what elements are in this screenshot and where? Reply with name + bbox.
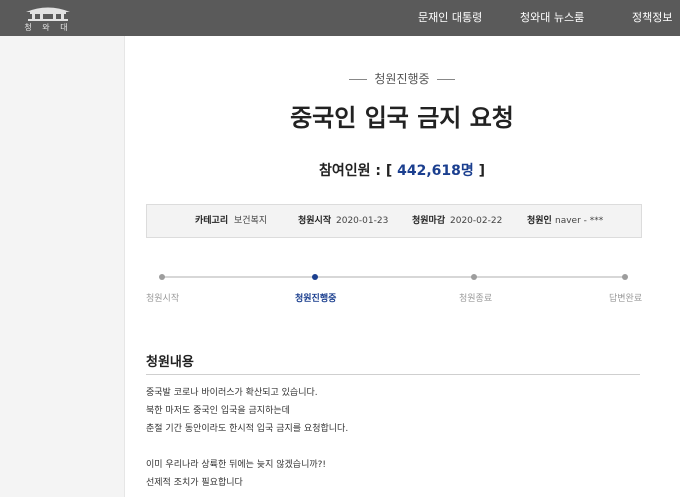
blue-house-logo-icon [26, 7, 70, 21]
nav-president[interactable]: 문재인 대통령 [418, 0, 482, 36]
content-line: 이미 우리나라 상륙한 뒤에는 늦지 않겠습니까?! [146, 460, 327, 470]
progress-dot-ongoing [312, 274, 318, 280]
category-value: 보건복지 [234, 216, 268, 226]
progress-dot-start [159, 274, 165, 280]
site-logo[interactable]: 청 와 대 [20, 3, 76, 33]
content-line: 춘절 기간 동안이라도 한시적 입국 금지를 요청합니다. [146, 424, 349, 434]
end-date-value: 2020-02-22 [450, 216, 503, 226]
logo-text: 청 와 대 [24, 23, 72, 32]
nav-newsroom[interactable]: 청와대 뉴스룸 [520, 0, 584, 36]
content-line: 선제적 조치가 필요합니다 [146, 478, 243, 488]
progress-step-closed: 청원종료 [459, 294, 493, 304]
content-divider [146, 374, 640, 375]
category-label: 카테고리 [195, 216, 229, 226]
petition-title: 중국인 입국 금지 요청 [290, 104, 514, 132]
progress-step-answered: 답변완료 [609, 294, 643, 304]
start-date-value: 2020-01-23 [336, 216, 389, 226]
participant-count-close: ] [478, 163, 486, 179]
petition-status-label: 청원진행중 [124, 70, 680, 87]
top-navigation-bar: 청 와 대 문재인 대통령 청와대 뉴스룸 정책정보 [0, 0, 680, 36]
progress-track [162, 276, 626, 278]
progress-dot-answered [622, 274, 628, 280]
author-value: naver - *** [555, 216, 604, 226]
start-date-label: 청원시작 [298, 216, 332, 226]
content-section-title: 청원내용 [146, 355, 194, 370]
content-line: 중국발 코로나 바이러스가 확산되고 있습니다. [146, 388, 318, 398]
participant-count: 참여인원 : [ 442,618명 ] [124, 160, 680, 180]
participant-count-value: 442,618명 [397, 163, 474, 179]
petition-info-box: 카테고리 보건복지 청원시작 2020-01-23 청원마감 2020-02-2… [146, 204, 642, 238]
nav-policy[interactable]: 정책정보 [632, 0, 672, 36]
participant-count-label: 참여인원 : [ [318, 163, 393, 179]
progress-step-ongoing: 청원진행중 [295, 294, 337, 304]
left-sidebar-area [0, 36, 125, 497]
progress-step-start: 청원시작 [146, 294, 180, 304]
content-line: 북한 마저도 중국인 입국을 금지하는데 [146, 406, 290, 416]
progress-dot-closed [471, 274, 477, 280]
author-label: 청원인 [527, 216, 552, 226]
end-date-label: 청원마감 [412, 216, 446, 226]
